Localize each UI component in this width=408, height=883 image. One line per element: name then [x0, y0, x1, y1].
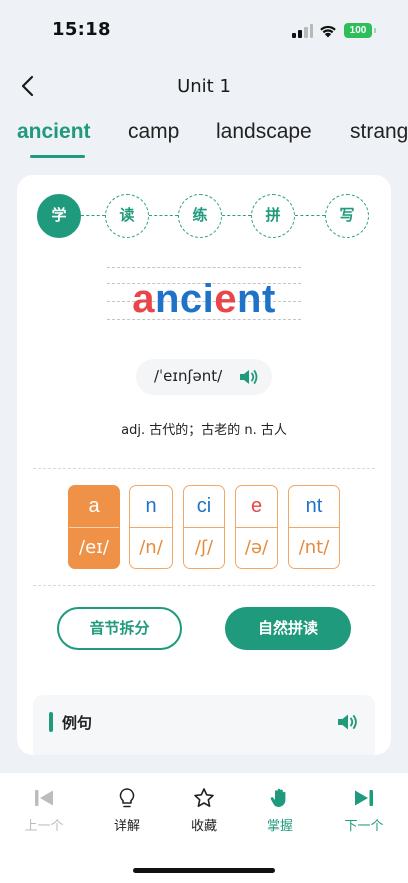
master-button[interactable]: 掌握	[245, 787, 315, 843]
speaker-icon[interactable]	[337, 713, 359, 731]
syllable-card[interactable]: n /n/	[129, 485, 173, 569]
syllable-card[interactable]: a /eɪ/	[68, 485, 120, 569]
word-tabs: ancient camp landscape strange	[0, 118, 408, 162]
word-card: 学 读 练 拼 写 ancient /ˈeɪnʃənt/ adj. 古代的；古老…	[17, 175, 391, 755]
syllable-card[interactable]: ci /ʃ/	[183, 485, 225, 569]
lightbulb-icon	[119, 788, 135, 808]
tab-word[interactable]: strange	[350, 120, 408, 144]
step-connector	[295, 215, 325, 216]
divider	[33, 468, 375, 469]
speaker-icon	[240, 370, 258, 384]
syllable-card[interactable]: nt /nt/	[288, 485, 340, 569]
next-label: 下一个	[344, 819, 384, 834]
active-tab-indicator	[30, 155, 85, 158]
tab-word[interactable]: landscape	[216, 120, 312, 144]
natural-phonics-button[interactable]: 自然拼读	[225, 607, 351, 650]
battery-icon: 100	[344, 23, 376, 38]
syllable-sound: /eɪ/	[79, 537, 109, 558]
wifi-icon	[320, 25, 336, 38]
syllable-letters: a	[88, 495, 100, 517]
example-section: 例句	[33, 695, 375, 755]
section-marker	[49, 712, 53, 732]
home-indicator[interactable]	[133, 868, 275, 873]
learning-steps: 学 读 练 拼 写	[37, 194, 373, 238]
previous-icon	[35, 790, 53, 806]
previous-label: 上一个	[24, 819, 64, 834]
master-label: 掌握	[266, 819, 293, 834]
nav-bar: Unit 1	[0, 66, 408, 106]
step-write[interactable]: 写	[325, 194, 369, 238]
syllable-letters: ci	[196, 495, 212, 517]
syllable-letters: n	[145, 495, 157, 517]
step-connector	[81, 215, 105, 216]
syllable-letters: nt	[305, 495, 323, 517]
favorite-label: 收藏	[190, 819, 217, 834]
next-icon	[355, 790, 373, 806]
tab-word[interactable]: camp	[128, 120, 179, 144]
favorite-button[interactable]: 收藏	[169, 787, 239, 843]
example-title: 例句	[62, 714, 93, 732]
syllable-sound: /nt/	[298, 537, 330, 558]
status-bar: 15:18 100	[0, 0, 408, 60]
star-icon	[194, 788, 214, 807]
details-label: 详解	[113, 819, 140, 834]
phonetic-button[interactable]: /ˈeɪnʃənt/	[136, 359, 272, 395]
word-display: ancient	[17, 277, 391, 322]
syllable-split-button[interactable]: 音节拆分	[57, 607, 182, 650]
word-part: a	[132, 277, 155, 321]
syllable-card[interactable]: e /ə/	[235, 485, 278, 569]
app-screen: 15:18 100 Unit 1 ancient camp landscape …	[0, 0, 408, 883]
step-learn[interactable]: 学	[37, 194, 81, 238]
step-spell[interactable]: 拼	[251, 194, 295, 238]
syllable-sound: /n/	[139, 537, 163, 558]
status-time: 15:18	[52, 19, 111, 40]
divider	[33, 585, 375, 586]
signal-icon	[292, 24, 314, 38]
word-part: nt	[237, 277, 276, 321]
syllable-letters: e	[250, 495, 263, 517]
word-part: nci	[154, 277, 215, 321]
word-meaning: adj. 古代的；古老的 n. 古人	[121, 423, 287, 438]
step-connector	[149, 215, 178, 216]
bottom-toolbar: 上一个 详解 收藏 掌握 下一个	[0, 772, 408, 883]
phonetic-text: /ˈeɪnʃənt/	[154, 367, 223, 385]
next-button[interactable]: 下一个	[329, 787, 399, 843]
page-title: Unit 1	[177, 76, 231, 97]
step-connector	[222, 215, 251, 216]
step-practice[interactable]: 练	[178, 194, 222, 238]
step-read[interactable]: 读	[105, 194, 149, 238]
hand-icon	[270, 788, 286, 807]
tab-word[interactable]: ancient	[17, 120, 91, 144]
details-button[interactable]: 详解	[92, 787, 162, 843]
previous-button[interactable]: 上一个	[9, 787, 79, 843]
syllable-sound: /ə/	[244, 537, 269, 558]
syllable-sound: /ʃ/	[194, 537, 214, 558]
word-part: e	[214, 277, 238, 321]
